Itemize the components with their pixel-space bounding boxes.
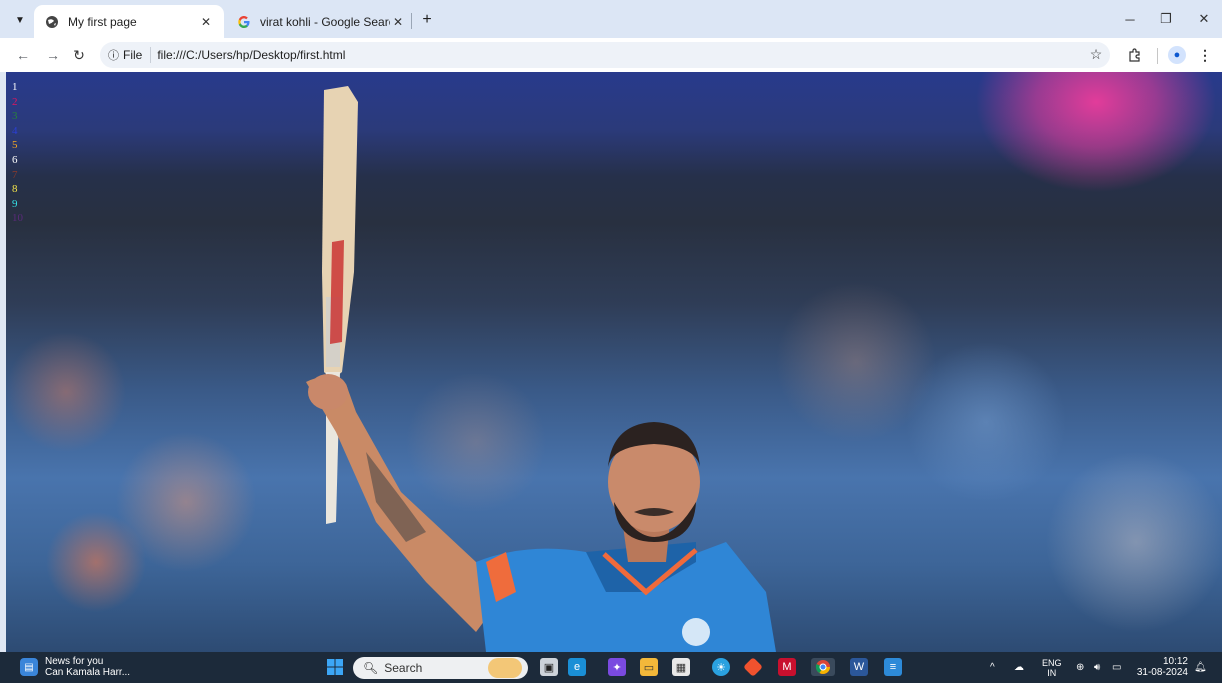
site-info-chip[interactable]: ⓘ File	[108, 47, 152, 63]
info-icon: ⓘ	[108, 50, 119, 62]
chevron-down-icon: ▼	[15, 14, 25, 26]
globe-icon	[44, 14, 60, 30]
tab-label: virat kohli - Google Search	[260, 14, 390, 29]
list-item: 7	[12, 168, 18, 181]
list-item: 4	[12, 124, 18, 137]
close-icon[interactable]: ✕	[198, 14, 214, 30]
news-widget[interactable]: ▤ News for you Can Kamala Harr...	[20, 656, 130, 678]
notepad-icon[interactable]: ≡	[884, 658, 902, 676]
notification-bell-icon[interactable]: 🔔︎	[1194, 652, 1207, 683]
taskbar-search-box[interactable]: 🔍︎ Search	[353, 657, 528, 679]
forward-arrow-icon[interactable]: →	[42, 44, 64, 66]
language-indicator[interactable]: ENG IN	[1042, 652, 1062, 683]
minimize-icon[interactable]: ─	[1116, 8, 1144, 30]
list-item: 9	[12, 197, 18, 210]
extensions-icon[interactable]	[1124, 44, 1146, 66]
chrome-icon[interactable]	[811, 658, 835, 676]
list-item: 10	[12, 212, 23, 225]
clock-date: 31-08-2024	[1136, 667, 1188, 678]
bookmark-star-icon[interactable]: ☆	[1086, 44, 1106, 64]
search-placeholder: Search	[384, 661, 423, 675]
cloud-icon[interactable]: ☁	[1014, 652, 1024, 683]
office-diamond-icon[interactable]	[743, 657, 763, 677]
address-bar[interactable]: ⓘ File file:///C:/Users/hp/Desktop/first…	[100, 42, 1110, 68]
tab-label: My first page	[68, 14, 137, 29]
restore-icon[interactable]: ❐	[1152, 8, 1180, 30]
weather-app-icon[interactable]: ☀	[712, 658, 730, 676]
file-explorer-icon[interactable]: ▭	[640, 658, 658, 676]
browser-toolbar: ← → ↻ ⓘ File file:///C:/Users/hp/Desktop…	[0, 38, 1222, 72]
language-top: ENG	[1042, 657, 1062, 668]
back-arrow-icon[interactable]: ←	[12, 44, 34, 66]
windows-start-icon[interactable]	[326, 658, 344, 676]
tab-my-first-page[interactable]: My first page ✕	[34, 5, 224, 38]
tab-google-search[interactable]: virat kohli - Google Search ✕	[226, 5, 416, 38]
new-tab-button[interactable]: +	[416, 9, 438, 31]
clock-time: 10:12	[1162, 656, 1188, 667]
store-icon[interactable]: ▦	[672, 658, 690, 676]
windows-taskbar: ▤ News for you Can Kamala Harr... 🔍︎ Sea…	[0, 652, 1222, 683]
google-icon	[236, 14, 252, 30]
list-item: 6	[12, 153, 18, 166]
battery-icon[interactable]: ▭	[1112, 652, 1121, 683]
news-subtitle: Can Kamala Harr...	[45, 667, 131, 678]
list-item: 2	[12, 95, 18, 108]
toolbar-divider	[1157, 48, 1158, 64]
tab-search-button[interactable]: ▼	[8, 9, 32, 31]
edge-browser-icon[interactable]: e	[568, 658, 586, 676]
browser-window: ▼ My first page ✕ virat kohli - Google S…	[0, 0, 1222, 683]
search-highlight-icon	[488, 658, 522, 678]
task-view-icon[interactable]: ▣	[540, 658, 558, 676]
list-item: 1	[12, 81, 18, 93]
list-item: 3	[12, 110, 18, 123]
url-text: file:///C:/Users/hp/Desktop/first.html	[157, 48, 346, 62]
volume-icon[interactable]: 🔊︎	[1094, 652, 1100, 683]
page-viewport: 1 2 3 4 5 6 7 8 9 10	[6, 72, 1222, 652]
search-icon: 🔍︎	[363, 661, 379, 675]
system-clock[interactable]: 10:12 31-08-2024	[1136, 656, 1188, 678]
close-icon[interactable]: ✕	[390, 14, 406, 30]
news-icon: ▤	[20, 658, 38, 676]
tab-strip: ▼ My first page ✕ virat kohli - Google S…	[0, 0, 1222, 38]
network-icon[interactable]: ⊕	[1076, 652, 1084, 683]
profile-button[interactable]: ●	[1166, 44, 1188, 66]
reload-icon[interactable]: ↻	[68, 44, 90, 66]
list-item: 8	[12, 183, 18, 196]
copilot-icon[interactable]: ✦	[608, 658, 626, 676]
mcafee-icon[interactable]: M	[778, 658, 796, 676]
cricketer-photo	[306, 86, 776, 652]
numbered-list: 1 2 3 4 5 6 7 8 9 10	[12, 80, 23, 226]
close-window-icon[interactable]: ✕	[1190, 8, 1218, 30]
tab-divider	[411, 13, 412, 29]
site-info-label: File	[123, 48, 143, 62]
list-item: 5	[12, 139, 18, 152]
news-title: News for you	[45, 656, 104, 667]
avatar-icon: ●	[1168, 46, 1186, 64]
chevron-up-icon[interactable]: ^	[990, 652, 995, 683]
menu-dots-icon[interactable]: ⋮	[1194, 44, 1216, 66]
word-icon[interactable]: W	[850, 658, 868, 676]
language-bottom: IN	[1047, 667, 1057, 678]
